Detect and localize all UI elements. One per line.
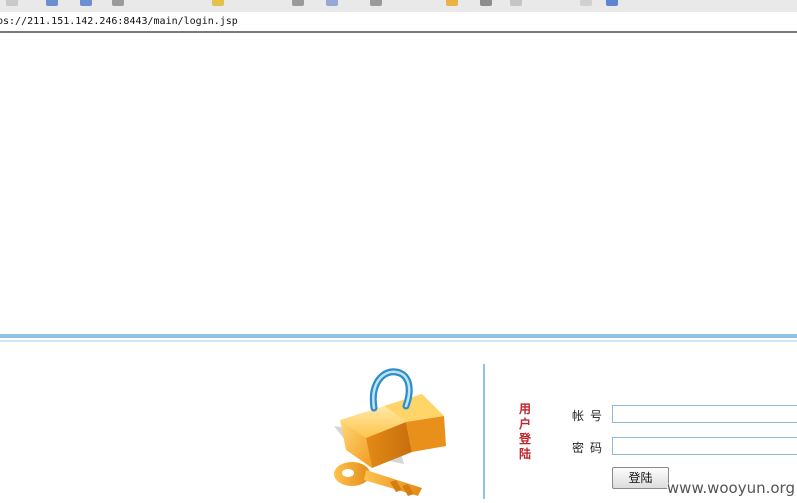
toolbar-messenger-icon[interactable]: [606, 0, 618, 6]
header-divider: [0, 334, 797, 338]
lock-and-key-icon: [326, 364, 450, 499]
watermark: www.wooyun.org: [666, 479, 795, 497]
account-input[interactable]: [612, 405, 797, 423]
password-input[interactable]: [612, 437, 797, 455]
login-title: 用户登陆: [518, 402, 531, 461]
password-label: 密码: [572, 441, 609, 455]
toolbar-back-icon[interactable]: [6, 0, 18, 6]
toolbar-forward-icon[interactable]: [46, 0, 58, 6]
toolbar-home-icon[interactable]: [80, 0, 92, 6]
toolbar-stop-icon[interactable]: [212, 0, 224, 6]
toolbar-history-icon[interactable]: [370, 0, 382, 6]
toolbar-mail-icon[interactable]: [446, 0, 458, 6]
toolbar-refresh-icon[interactable]: [112, 0, 124, 6]
login-button[interactable]: 登陆: [612, 467, 669, 489]
account-label: 帐号: [572, 409, 609, 423]
address-url[interactable]: ps://211.151.142.246:8443/main/login.jsp: [0, 16, 238, 27]
toolbar-search-icon[interactable]: [292, 0, 304, 6]
toolbar-favorites-icon[interactable]: [326, 0, 338, 6]
toolbar-edit-icon[interactable]: [510, 0, 522, 6]
address-bar[interactable]: ps://211.151.142.246:8443/main/login.jsp: [0, 12, 797, 33]
toolbar-print-icon[interactable]: [480, 0, 492, 6]
header-divider-light: [0, 340, 797, 342]
login-panel-divider: [483, 364, 485, 499]
toolbar-discuss-icon[interactable]: [580, 0, 592, 6]
